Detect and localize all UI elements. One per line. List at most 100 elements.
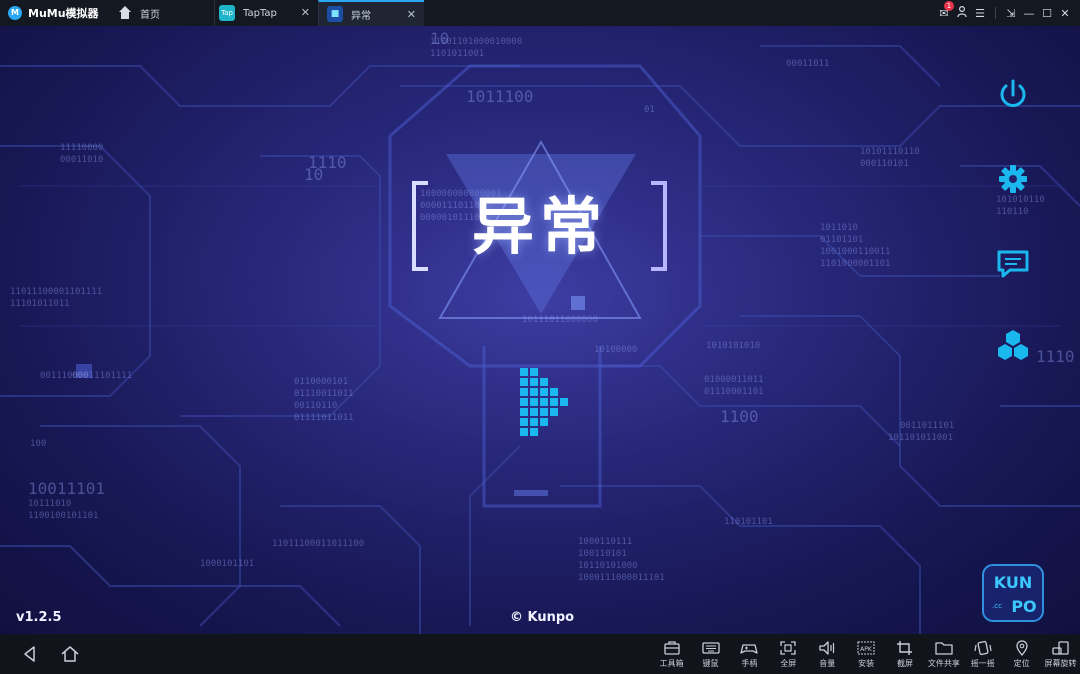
pin-icon[interactable]: ⇲ — [1002, 7, 1020, 20]
app-name: MuMu模拟器 — [28, 7, 99, 20]
binary-text: 11011100001101111 — [10, 287, 102, 297]
shake-icon — [974, 640, 992, 656]
binary-text: 1000101101 — [200, 559, 254, 569]
tool-location-button[interactable]: 定位 — [1002, 634, 1041, 674]
binary-text: 11110000 — [60, 143, 103, 153]
settings-button[interactable] — [994, 160, 1032, 198]
play-pixel — [520, 398, 528, 406]
play-pixel — [530, 428, 538, 436]
play-pixel — [530, 408, 538, 416]
game-icon: ■ — [327, 6, 343, 22]
play-pixel — [540, 378, 548, 386]
binary-text: 110110 — [996, 207, 1029, 217]
location-icon — [1016, 640, 1028, 656]
tool-rotate-button[interactable]: 屏幕旋转 — [1041, 634, 1080, 674]
chat-icon — [997, 250, 1029, 278]
play-pixel — [520, 378, 528, 386]
copyright-label: © Kunpo — [510, 610, 575, 625]
menu-icon[interactable]: ☰ — [971, 7, 989, 20]
version-label: v1.2.5 — [16, 610, 62, 625]
tool-shake-button[interactable]: 摇一摇 — [963, 634, 1002, 674]
binary-text: 1110 — [1036, 347, 1075, 366]
power-button[interactable] — [994, 76, 1032, 114]
game-viewport[interactable]: 11001101000010000 1011100 01 1110 11110000 00… — [0, 26, 1080, 634]
binary-text: 10110101000 — [578, 561, 638, 571]
tool-label: 屏幕旋转 — [1044, 659, 1077, 668]
mail-icon[interactable]: ✉ 1 — [935, 0, 954, 20]
fullscreen-icon — [780, 641, 796, 655]
tool-toolbox-button[interactable]: 工具箱 — [652, 634, 691, 674]
tab-home[interactable]: 首页 — [112, 0, 214, 26]
svg-text:.cc: .cc — [992, 602, 1002, 610]
play-pixel — [540, 418, 548, 426]
close-icon[interactable]: ✕ — [407, 8, 416, 21]
game-title: 异常 — [471, 190, 608, 263]
user-icon[interactable] — [953, 5, 971, 20]
binary-text: 1011100 — [466, 87, 533, 106]
home-button[interactable] — [58, 642, 82, 666]
binary-text: 100 — [30, 439, 46, 449]
binary-text: 10 — [304, 165, 323, 184]
taptap-icon: Tap — [219, 5, 235, 21]
play-pixel — [550, 408, 558, 416]
binary-text: 000110101 — [860, 159, 909, 169]
tool-label: 音量 — [819, 659, 836, 668]
maximize-icon[interactable]: ☐ — [1038, 7, 1056, 20]
tool-label: 摇一摇 — [970, 659, 995, 668]
minimize-icon[interactable]: — — [1020, 7, 1038, 20]
play-pixel — [530, 378, 538, 386]
binary-text: 0011011101 — [900, 421, 954, 431]
play-pixel — [530, 388, 538, 396]
play-pixel — [540, 388, 548, 396]
binary-text: 1100100101101 — [28, 511, 98, 521]
right-bracket — [651, 181, 667, 271]
hexagons-icon — [998, 330, 1028, 360]
tool-gamepad-button[interactable]: 手柄 — [730, 634, 769, 674]
apk-icon: APK — [857, 641, 875, 655]
keyboard-icon — [701, 642, 720, 654]
binary-text: 01000011011 — [704, 375, 764, 385]
play-pixel — [540, 408, 548, 416]
svg-text:PO: PO — [1011, 597, 1036, 616]
home-icon — [61, 646, 79, 662]
tool-apk-button[interactable]: APK 安装 — [847, 634, 886, 674]
play-pixel — [540, 398, 548, 406]
mumu-logo-icon: M — [8, 6, 22, 20]
tool-keyboard-button[interactable]: 键鼠 — [691, 634, 730, 674]
play-button[interactable] — [518, 364, 574, 454]
binary-text: 101101011001 — [888, 433, 953, 443]
play-pixel — [520, 388, 528, 396]
tool-crop-button[interactable]: 截屏 — [886, 634, 925, 674]
volume-icon — [819, 641, 835, 655]
tool-label: 安装 — [858, 659, 875, 668]
binary-text: 01 — [644, 105, 655, 115]
gamepad-icon — [740, 644, 759, 654]
tool-folder-button[interactable]: 文件共享 — [924, 634, 963, 674]
tab-taptap[interactable]: Tap TapTap ✕ — [214, 0, 318, 26]
tab-game[interactable]: ■ 异常 ✕ — [318, 0, 424, 26]
tab-home-label: 首页 — [140, 9, 160, 21]
binary-text: 000 — [72, 371, 88, 381]
feedback-button[interactable] — [994, 244, 1032, 282]
play-pixel — [530, 368, 538, 376]
binary-text: 110101101 — [724, 517, 773, 527]
back-button[interactable] — [18, 642, 42, 666]
binary-text: 11101011011 — [10, 299, 70, 309]
home-icon — [118, 6, 132, 20]
back-icon — [24, 646, 35, 662]
tool-fullscreen-button[interactable]: 全屏 — [769, 634, 808, 674]
binary-text: 1011010 — [820, 223, 858, 233]
tool-list: 工具箱 键鼠 手柄 全屏 音量 APK 安装 截屏 文件共享 摇一摇 定位 屏幕旋转 — [652, 634, 1080, 674]
binary-text: 00110110 — [294, 401, 337, 411]
tab-game-label: 异常 — [351, 10, 371, 22]
tool-label: 手柄 — [741, 659, 758, 668]
binary-text: 10100000 — [594, 345, 637, 355]
play-pixel — [520, 418, 528, 426]
tool-volume-button[interactable]: 音量 — [808, 634, 847, 674]
binary-text: 10011101 — [28, 479, 105, 498]
binary-text: 10111010 — [28, 499, 71, 509]
levels-button[interactable] — [994, 328, 1032, 366]
close-window-icon[interactable]: ✕ — [1056, 7, 1074, 20]
game-title-frame: 异常 — [412, 181, 667, 271]
close-icon[interactable]: ✕ — [301, 6, 310, 19]
